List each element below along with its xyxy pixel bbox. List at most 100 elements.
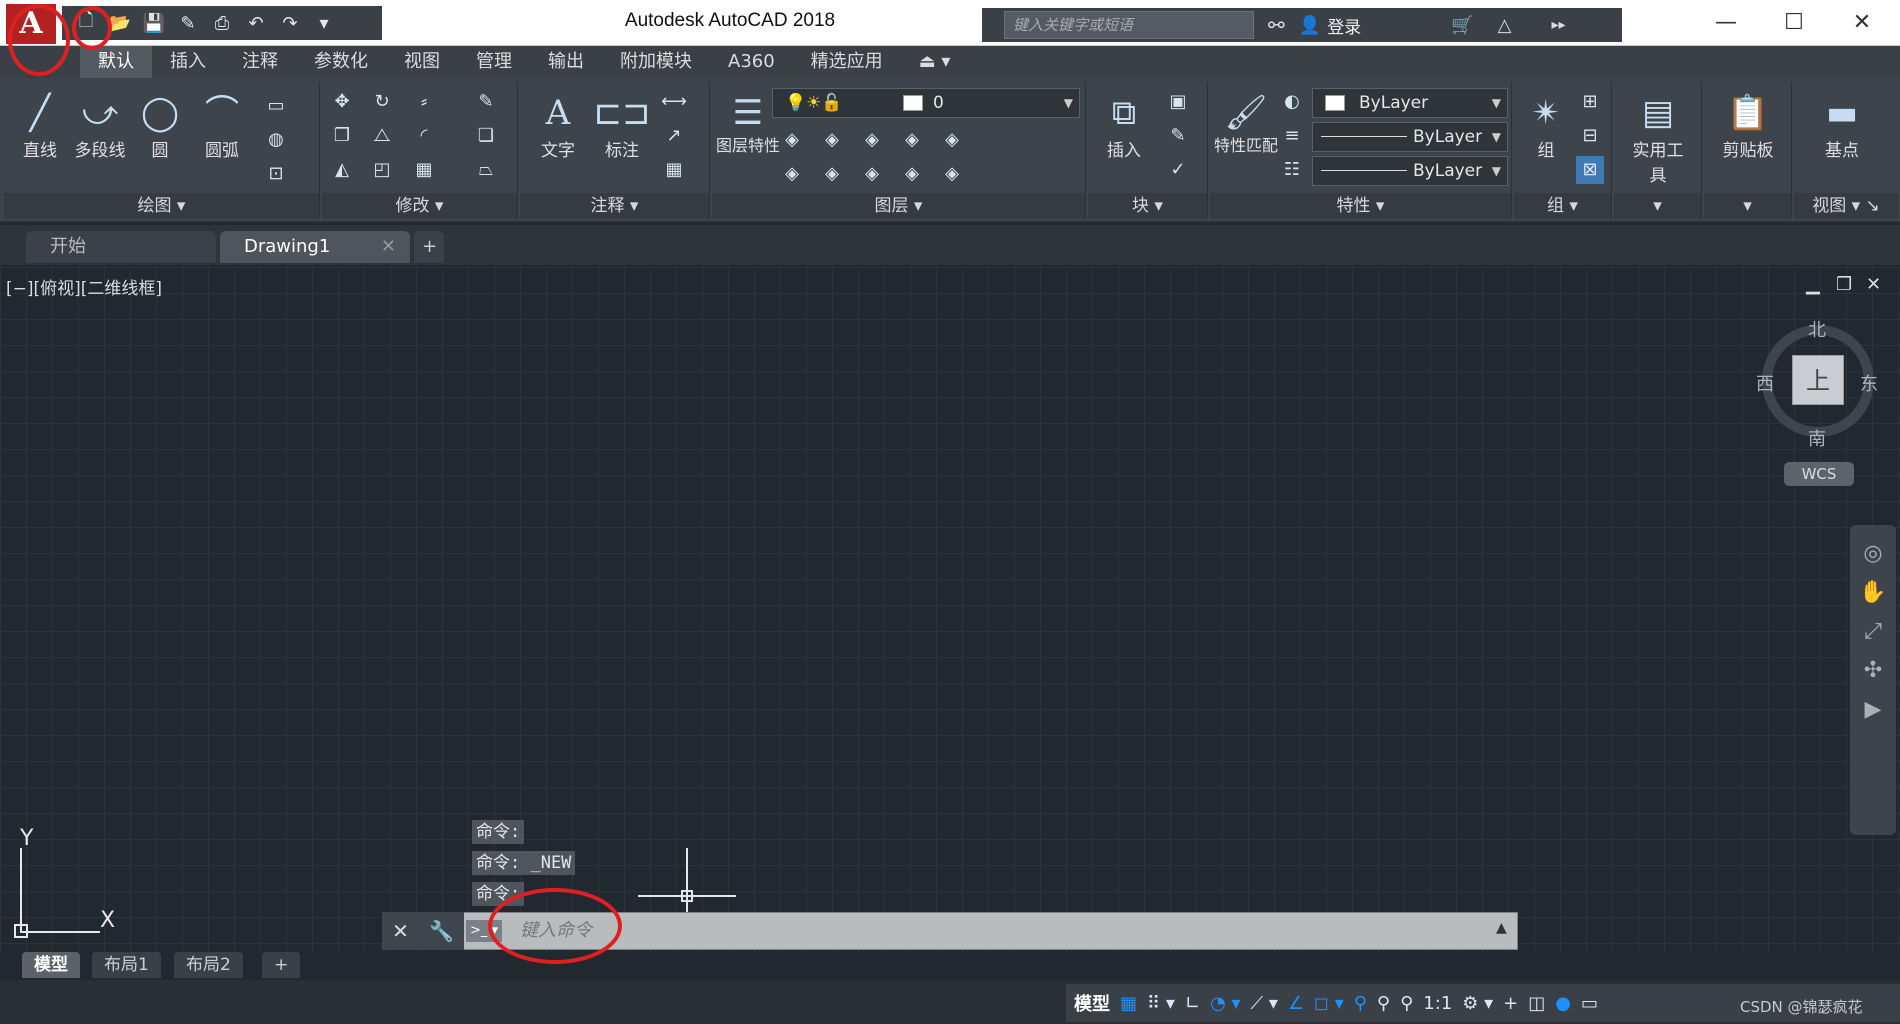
command-history-toggle-icon[interactable]: ▲ [1496, 920, 1507, 936]
tab-layout1[interactable]: 布局1 [92, 952, 161, 978]
layer-tool-icon[interactable]: ◈ [818, 126, 846, 154]
move-icon[interactable]: ✥ [328, 88, 356, 116]
gear-icon[interactable]: ⚙ ▾ [1462, 993, 1493, 1014]
explode-icon[interactable]: ❏ [472, 122, 500, 150]
model-space-button[interactable]: 模型 [1074, 990, 1110, 1016]
layer-tool-icon[interactable]: ◈ [778, 126, 806, 154]
circle-tool[interactable]: ◯ 圆 [128, 90, 192, 161]
compass-west[interactable]: 西 [1756, 370, 1774, 396]
match-properties-tool[interactable]: 🖌 特性匹配 [1214, 90, 1278, 156]
save-icon[interactable]: 💾 [140, 13, 168, 34]
layer-tool-icon[interactable]: ◈ [938, 126, 966, 154]
viewcube-face[interactable]: 上 [1792, 355, 1844, 405]
wcs-menu[interactable]: WCS [1784, 462, 1854, 486]
basepoint-tool[interactable]: ▬ 基点 [1810, 90, 1874, 161]
viewport-restore-icon[interactable]: ❐ [1836, 274, 1852, 295]
search-input[interactable]: 键入关键字或短语 [1004, 11, 1254, 39]
table-icon[interactable]: ▦ [660, 156, 688, 184]
polyline-tool[interactable]: ⤻ 多段线 [68, 90, 132, 161]
help-expand-icon[interactable]: ▸▸ [1551, 17, 1565, 33]
group-select-icon[interactable]: ⊠ [1576, 156, 1604, 184]
tab-default[interactable]: 默认 [80, 46, 152, 78]
login-button[interactable]: 登录 [1327, 13, 1361, 38]
lineweight-dropdown[interactable]: ByLayer ▼ [1312, 156, 1508, 186]
leader-icon[interactable]: ↗ [660, 122, 688, 150]
maximize-icon[interactable]: ☐ [1764, 8, 1824, 40]
compass-south[interactable]: 南 [1808, 425, 1826, 451]
group-tool[interactable]: ✴ 组 [1514, 90, 1578, 161]
ungroup-icon[interactable]: ⊞ [1576, 88, 1604, 116]
tab-drawing1[interactable]: Drawing1 ✕ [220, 231, 410, 263]
object-snap-icon[interactable]: ◻ ▾ [1314, 993, 1344, 1014]
color-dropdown[interactable]: ByLayer ▼ [1312, 88, 1508, 118]
fillet-icon[interactable]: ◜ [410, 122, 438, 150]
panel-title-view[interactable]: 视图 ▾ ↘ [1794, 193, 1898, 219]
open-icon[interactable]: 📂 [106, 13, 134, 34]
layer-tool-icon[interactable]: ◈ [898, 126, 926, 154]
steering-wheel-icon[interactable]: ◎ [1863, 541, 1882, 566]
print-icon[interactable]: ⎙ [208, 13, 236, 34]
compass-east[interactable]: 东 [1860, 370, 1878, 396]
layer-tool-icon[interactable]: ◈ [818, 160, 846, 188]
copy-icon[interactable]: ❐ [328, 122, 356, 150]
application-menu-button[interactable]: A [6, 4, 56, 44]
drawing-viewport[interactable] [0, 267, 1900, 957]
pan-icon[interactable]: ✋ [1859, 580, 1886, 605]
showmotion-icon[interactable]: ▶ [1865, 697, 1882, 722]
panel-title-groups[interactable]: 组 ▾ [1514, 193, 1611, 219]
erase-icon[interactable]: ✎ [472, 88, 500, 116]
zoom-extents-icon[interactable]: ⤢ [1864, 619, 1882, 644]
list-icon[interactable]: ☷ [1278, 156, 1306, 184]
tab-annotate[interactable]: 注释 [224, 46, 296, 78]
polar-icon[interactable]: ◔ ▾ [1210, 993, 1240, 1014]
layer-properties-tool[interactable]: ☰ 图层特性 [716, 90, 780, 156]
trim-icon[interactable]: ⸗ [410, 88, 438, 116]
viewport-controls[interactable]: [−][俯视][二维线框] [6, 274, 162, 299]
layer-tool-icon[interactable]: ◈ [778, 160, 806, 188]
snap-icon[interactable]: ⠿ ▾ [1147, 993, 1175, 1014]
viewport-minimize-icon[interactable]: ▁ [1806, 274, 1820, 295]
orbit-icon[interactable]: ✣ [1864, 658, 1882, 683]
rotate-icon[interactable]: ↻ [368, 88, 396, 116]
undo-icon[interactable]: ↶ [242, 13, 270, 34]
layer-tool-icon[interactable]: ◈ [858, 160, 886, 188]
annotation-visibility-icon[interactable]: ⚲ [1354, 993, 1367, 1014]
group-edit-icon[interactable]: ⊟ [1576, 122, 1604, 150]
tab-start[interactable]: 开始 [26, 231, 216, 263]
tab-manage[interactable]: 管理 [458, 46, 530, 78]
wrench-icon[interactable]: 🔧 [429, 919, 454, 943]
block-attribute-icon[interactable]: ✓ [1164, 156, 1192, 184]
tab-addins[interactable]: 附加模块 [602, 46, 710, 78]
new-icon[interactable]: 🗋 [72, 8, 100, 38]
tab-layout2[interactable]: 布局2 [174, 952, 243, 978]
compass-north[interactable]: 北 [1808, 316, 1826, 342]
grid-icon[interactable]: ▦ [1120, 993, 1137, 1014]
line-tool[interactable]: ╱ 直线 [8, 90, 72, 161]
customize-icon[interactable]: ▾ [310, 13, 338, 34]
a360-icon[interactable]: △ [1498, 15, 1512, 36]
redo-icon[interactable]: ↷ [276, 13, 304, 34]
recent-commands-icon[interactable]: >_ ▾ [466, 920, 502, 942]
plus-icon[interactable]: + [1503, 993, 1518, 1014]
linear-dim-icon[interactable]: ⟷ [660, 88, 688, 116]
command-input[interactable]: 键入命令 [520, 918, 1480, 944]
layer-tool-icon[interactable]: ◈ [858, 126, 886, 154]
edit-block-icon[interactable]: ✎ [1164, 122, 1192, 150]
saveas-icon[interactable]: ✎ [174, 13, 202, 34]
panel-title-block[interactable]: 块 ▾ [1088, 193, 1207, 219]
array-icon[interactable]: ▦ [410, 156, 438, 184]
layer-tool-icon[interactable]: ◈ [898, 160, 926, 188]
scale-icon[interactable]: ◰ [368, 156, 396, 184]
object-snap-tracking-icon[interactable]: ∠ [1288, 993, 1304, 1014]
tab-model[interactable]: 模型 [22, 952, 80, 978]
hardware-acceleration-icon[interactable]: ● [1555, 993, 1571, 1014]
close-icon[interactable]: ✕ [392, 919, 409, 943]
tab-featured-apps[interactable]: 精选应用 [793, 46, 901, 78]
close-tab-icon[interactable]: ✕ [381, 231, 396, 263]
tab-a360[interactable]: A360 [710, 46, 793, 78]
linetype-dropdown[interactable]: ByLayer ▼ [1312, 122, 1508, 152]
user-icon[interactable]: 👤 [1299, 15, 1321, 36]
insert-block-tool[interactable]: ⧉ 插入 [1092, 90, 1156, 161]
close-icon[interactable]: ✕ [1832, 8, 1892, 40]
tab-parametric[interactable]: 参数化 [296, 46, 386, 78]
